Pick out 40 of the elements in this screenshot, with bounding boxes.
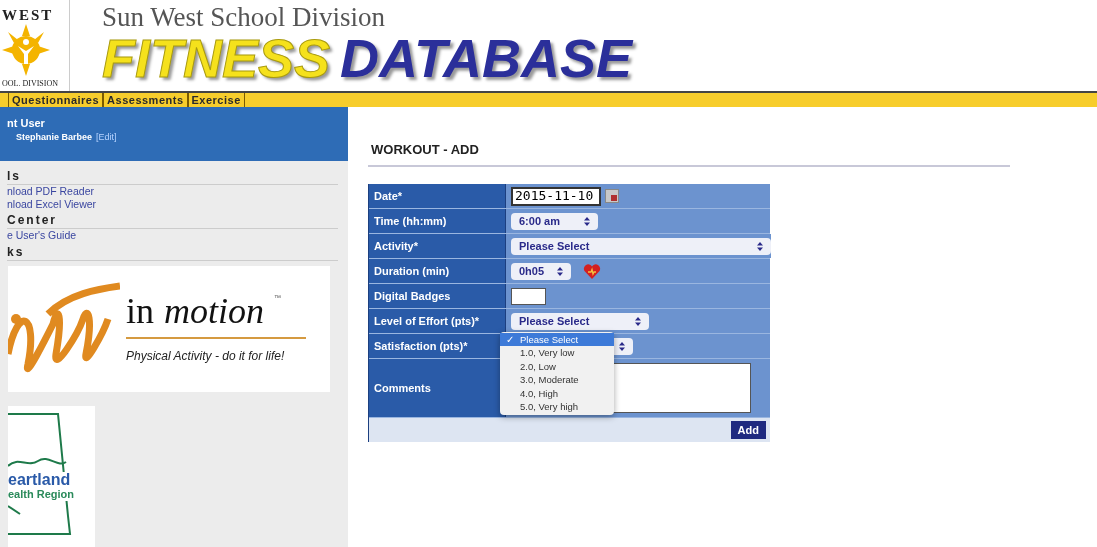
field-label: Activity* <box>374 238 419 254</box>
add-button[interactable]: Add <box>730 421 766 439</box>
section-heading: ls <box>7 168 338 185</box>
tagline: Physical Activity - do it for life! <box>126 347 286 365</box>
select-field[interactable]: Please Select <box>511 312 649 330</box>
select-field[interactable]: Please Select <box>511 237 771 255</box>
logo-text: OOL. DIVISION <box>2 78 58 90</box>
dropdown-option[interactable]: 1.0, Very low <box>500 346 614 360</box>
sidebar-link[interactable]: e User's Guide <box>7 229 338 242</box>
date-field[interactable]: 2015-11-10 <box>511 186 601 206</box>
logo-word: motion <box>164 292 265 329</box>
field-label: Digital Badges <box>374 288 451 304</box>
dropdown-option[interactable]: 3.0, Moderate <box>500 373 614 387</box>
logo-word: in <box>126 292 154 329</box>
field-label: Satisfaction (pts)* <box>374 338 468 354</box>
subtitle: Sun West School Division <box>102 4 387 31</box>
site-title: DATABASE <box>340 31 633 85</box>
logo-text: WEST <box>2 6 54 25</box>
logo-text: eartland <box>8 471 72 488</box>
section-heading: ks <box>7 243 338 261</box>
user-name: Stephanie Barbee <box>16 130 93 144</box>
dropdown-option[interactable]: 2.0, Low <box>500 359 614 373</box>
sidebar-link[interactable]: nload Excel Viewer <box>7 197 338 210</box>
field-label: Time (hh:mm) <box>374 213 447 229</box>
field-label: Date* <box>374 188 403 204</box>
field-label: Duration (min) <box>374 263 450 279</box>
dropdown-option[interactable]: 5.0, Very high <box>500 400 614 414</box>
select-field[interactable]: 6:00 am <box>511 212 598 230</box>
logo-text: ealth Region <box>8 487 74 502</box>
sidebar-link[interactable]: nload PDF Reader <box>7 185 338 198</box>
field-label: Level of Effort (pts)* <box>374 313 480 329</box>
user-heading: nt User <box>7 117 46 131</box>
dropdown-option[interactable]: 4.0, High <box>500 386 614 400</box>
dropdown-option[interactable]: ✓ Please Select <box>500 332 614 346</box>
page-heading: WORKOUT - ADD <box>370 142 479 157</box>
select-field[interactable]: 0h05 <box>511 262 571 280</box>
section-heading: Center <box>7 212 338 229</box>
site-title: FITNESS <box>102 31 331 85</box>
edit-link[interactable]: [Edit] <box>96 130 117 145</box>
field-label: Comments <box>374 380 431 396</box>
